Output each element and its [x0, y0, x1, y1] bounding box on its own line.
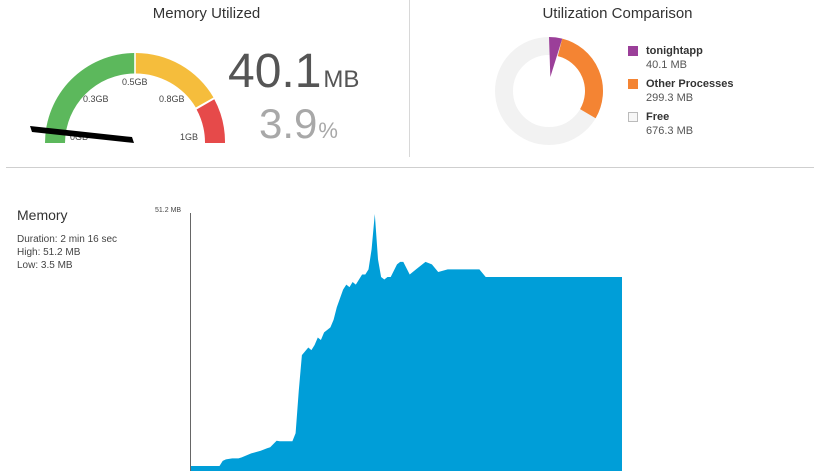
legend-value: 40.1 MB [646, 59, 687, 71]
legend-swatch [628, 79, 638, 89]
memory-percent-unit: % [318, 118, 338, 143]
memory-area-chart [190, 213, 622, 471]
legend-name: Other Processes [646, 78, 734, 90]
memory-high: High: 51.2 MB [17, 247, 81, 258]
memory-area-series [191, 214, 622, 471]
legend-swatch [628, 46, 638, 56]
legend-name: tonightapp [646, 45, 703, 57]
gauge-tick-label: 0.8GB [159, 94, 185, 104]
memory-percent: 3.9% [259, 100, 338, 155]
memory-value-number: 40.1 [228, 45, 322, 98]
donut-segment-tonightapp [549, 37, 563, 78]
y-axis-max-label: 51.2 MB [155, 207, 182, 214]
section-divider [6, 167, 814, 168]
memory-low: Low: 3.5 MB [17, 260, 73, 271]
gauge-arc-red [196, 99, 226, 143]
legend-item-tonightapp: tonightapp 40.1 MB [628, 44, 733, 72]
comparison-legend: tonightapp 40.1 MB Other Processes 299.3… [628, 44, 733, 143]
legend-swatch [628, 112, 638, 122]
memory-gauge: 0.3GB 0.5GB 0.8GB 1GB 0GB [30, 52, 226, 143]
memory-utilized-title: Memory Utilized [152, 5, 261, 22]
memory-duration: Duration: 2 min 16 sec [17, 234, 118, 245]
gauge-tick-label: 0.3GB [83, 94, 109, 104]
memory-section-title: Memory [17, 207, 68, 223]
gauge-tick-label: 1GB [180, 132, 198, 142]
legend-value: 299.3 MB [646, 92, 694, 104]
legend-name: Free [646, 111, 670, 123]
donut-segment-other-processes [557, 38, 603, 119]
memory-stats: Duration: 2 min 16 sec High: 51.2 MB Low… [17, 233, 117, 272]
memory-value-unit: MB [323, 66, 360, 93]
legend-item-other-processes: Other Processes 299.3 MB [628, 77, 733, 105]
utilization-donut [495, 37, 603, 145]
legend-item-free: Free 676.3 MB [628, 110, 733, 138]
legend-value: 676.3 MB [646, 125, 694, 137]
memory-percent-number: 3.9 [259, 100, 318, 147]
panel-divider [409, 0, 410, 157]
gauge-tick-label: 0.5GB [122, 77, 148, 87]
utilization-comparison-title: Utilization Comparison [542, 5, 693, 22]
